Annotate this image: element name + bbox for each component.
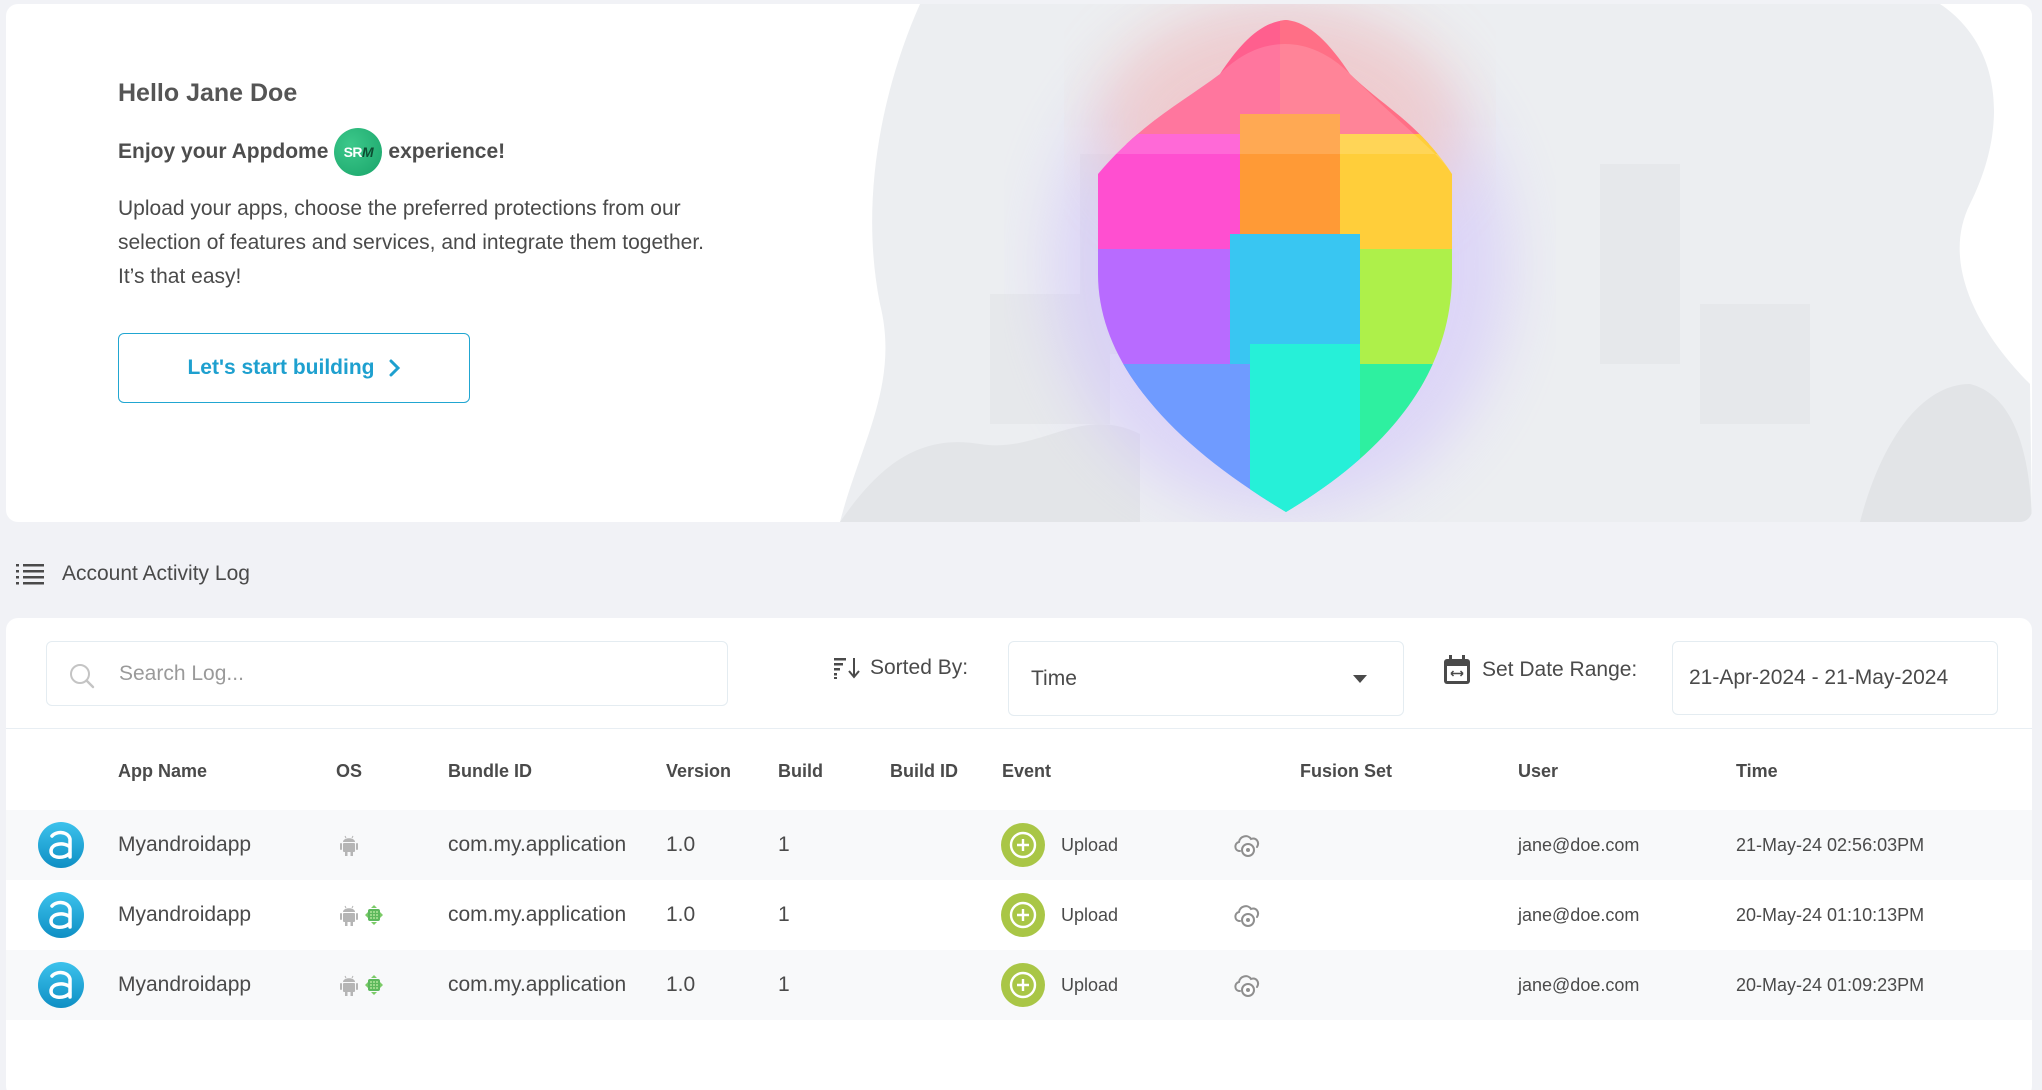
col-bundle-id[interactable]: Bundle ID bbox=[448, 761, 532, 782]
date-range-value: 21-Apr-2024 - 21-May-2024 bbox=[1689, 666, 1949, 689]
date-range-label: Set Date Range: bbox=[1442, 654, 1637, 686]
bundle-id-cell: com.my.application bbox=[448, 973, 627, 996]
app-logo-icon bbox=[38, 892, 84, 938]
hero-description: Upload your apps, choose the preferred p… bbox=[118, 197, 705, 288]
app-icon-cell bbox=[37, 810, 85, 880]
calendar-icon bbox=[1444, 655, 1470, 684]
table-header: App Name OS Bundle ID Version Build Buil… bbox=[6, 729, 2032, 810]
os-cell bbox=[340, 880, 384, 950]
app-name-cell: Myandroidapp bbox=[118, 973, 252, 996]
fusion-set-cell bbox=[1232, 950, 1262, 1020]
sorted-by-text: Sorted By: bbox=[870, 656, 969, 679]
app-logo-icon bbox=[38, 962, 84, 1008]
col-fusion-set[interactable]: Fusion Set bbox=[1300, 761, 1392, 782]
event-cell: Upload bbox=[1001, 950, 1118, 1020]
user-cell: jane@doe.com bbox=[1518, 904, 1640, 925]
build-cell: 1 bbox=[778, 903, 790, 926]
version-cell: 1.0 bbox=[666, 973, 696, 996]
sort-selected-value: Time bbox=[1031, 666, 1077, 690]
col-build-id[interactable]: Build ID bbox=[890, 761, 958, 782]
time-cell: 21-May-24 02:56:03PM bbox=[1736, 834, 1925, 855]
greeting-heading: Hello Jane Doe bbox=[118, 79, 298, 107]
user-cell: jane@doe.com bbox=[1518, 974, 1640, 995]
event-cell: Upload bbox=[1001, 810, 1118, 880]
set-date-range-text: Set Date Range: bbox=[1482, 658, 1638, 681]
app-icon-cell bbox=[37, 880, 85, 950]
search-field[interactable] bbox=[46, 641, 728, 706]
event-label: Upload bbox=[1061, 974, 1119, 995]
table-row[interactable]: Myandroidapp com.my.application 1.0 1 Up… bbox=[6, 810, 2032, 880]
plus-circle-icon bbox=[1009, 831, 1037, 859]
start-building-button[interactable]: Let's start building bbox=[118, 333, 470, 403]
android-icon bbox=[340, 905, 358, 926]
upload-event-icon[interactable] bbox=[1001, 963, 1045, 1007]
welcome-hero: Hello Jane Doe Enjoy your Appdome SR M ex… bbox=[6, 4, 2032, 522]
android-icon bbox=[340, 975, 358, 996]
version-cell: 1.0 bbox=[666, 903, 696, 926]
col-os[interactable]: OS bbox=[336, 761, 362, 782]
os-cell bbox=[340, 810, 358, 880]
upload-event-icon[interactable] bbox=[1001, 823, 1045, 867]
hero-text: Hello Jane Doe Enjoy your Appdome SR M ex… bbox=[118, 76, 718, 294]
plus-circle-icon bbox=[1009, 901, 1037, 929]
srm-badge-m: M bbox=[362, 144, 374, 160]
col-user[interactable]: User bbox=[1518, 761, 1558, 782]
bundle-id-cell: com.my.application bbox=[448, 833, 627, 856]
cloud-fusion-icon[interactable] bbox=[1232, 971, 1262, 999]
search-input[interactable] bbox=[119, 642, 709, 705]
plus-circle-icon bbox=[1009, 971, 1037, 999]
col-version[interactable]: Version bbox=[666, 761, 731, 782]
sort-label: Sorted By: bbox=[834, 656, 968, 680]
date-range-input[interactable]: 21-Apr-2024 - 21-May-2024 bbox=[1672, 641, 1998, 715]
user-cell: jane@doe.com bbox=[1518, 834, 1640, 855]
sort-dropdown[interactable]: Time bbox=[1008, 641, 1404, 716]
col-build[interactable]: Build bbox=[778, 761, 823, 782]
table-row[interactable]: Myandroidapp com.my.application 1.0 1 Up… bbox=[6, 880, 2032, 950]
activity-log-title: Account Activity Log bbox=[62, 562, 250, 585]
build-cell: 1 bbox=[778, 833, 790, 856]
activity-log-header: Account Activity Log bbox=[16, 562, 250, 586]
version-cell: 1.0 bbox=[666, 833, 696, 856]
caret-down-icon bbox=[1353, 675, 1367, 683]
list-icon bbox=[16, 564, 44, 585]
android-bundle-icon bbox=[365, 975, 383, 995]
time-cell: 20-May-24 01:10:13PM bbox=[1736, 904, 1925, 925]
time-cell: 20-May-24 01:09:23PM bbox=[1736, 974, 1925, 995]
app-logo-icon bbox=[38, 822, 84, 868]
sort-icon bbox=[834, 658, 860, 679]
android-icon bbox=[340, 835, 358, 856]
tagline-end: experience! bbox=[388, 140, 506, 163]
start-building-label: Let's start building bbox=[187, 356, 375, 379]
app-name-cell: Myandroidapp bbox=[118, 833, 252, 856]
os-cell bbox=[340, 950, 384, 1020]
app-name-cell: Myandroidapp bbox=[118, 903, 252, 926]
col-time[interactable]: Time bbox=[1736, 761, 1778, 782]
event-cell: Upload bbox=[1001, 880, 1118, 950]
fusion-set-cell bbox=[1232, 880, 1262, 950]
android-bundle-icon bbox=[365, 905, 383, 925]
table-row[interactable]: Myandroidapp com.my.application 1.0 1 Up… bbox=[6, 950, 2032, 1020]
event-label: Upload bbox=[1061, 834, 1119, 855]
activity-log-card: Sorted By: Time Set Date Range: 21-Apr-2… bbox=[6, 618, 2032, 1090]
cloud-fusion-icon[interactable] bbox=[1232, 831, 1262, 859]
search-icon bbox=[70, 664, 95, 689]
tagline-text: Enjoy your Appdome bbox=[118, 140, 329, 163]
log-toolbar: Sorted By: Time Set Date Range: 21-Apr-2… bbox=[6, 618, 2032, 729]
app-icon-cell bbox=[37, 950, 85, 1020]
col-app-name[interactable]: App Name bbox=[118, 761, 207, 782]
event-label: Upload bbox=[1061, 904, 1119, 925]
fusion-set-cell bbox=[1232, 810, 1262, 880]
srm-badge-sr: SR bbox=[343, 144, 363, 160]
upload-event-icon[interactable] bbox=[1001, 893, 1045, 937]
shield-puzzle-illustration bbox=[840, 4, 2032, 522]
hero-tagline: Enjoy your Appdome SR M experience! bbox=[118, 128, 718, 176]
build-cell: 1 bbox=[778, 973, 790, 996]
col-event[interactable]: Event bbox=[1002, 761, 1051, 782]
chevron-right-icon bbox=[389, 359, 400, 377]
cloud-fusion-icon[interactable] bbox=[1232, 901, 1262, 929]
bundle-id-cell: com.my.application bbox=[448, 903, 627, 926]
srm-logo-icon: SR M bbox=[334, 128, 383, 176]
